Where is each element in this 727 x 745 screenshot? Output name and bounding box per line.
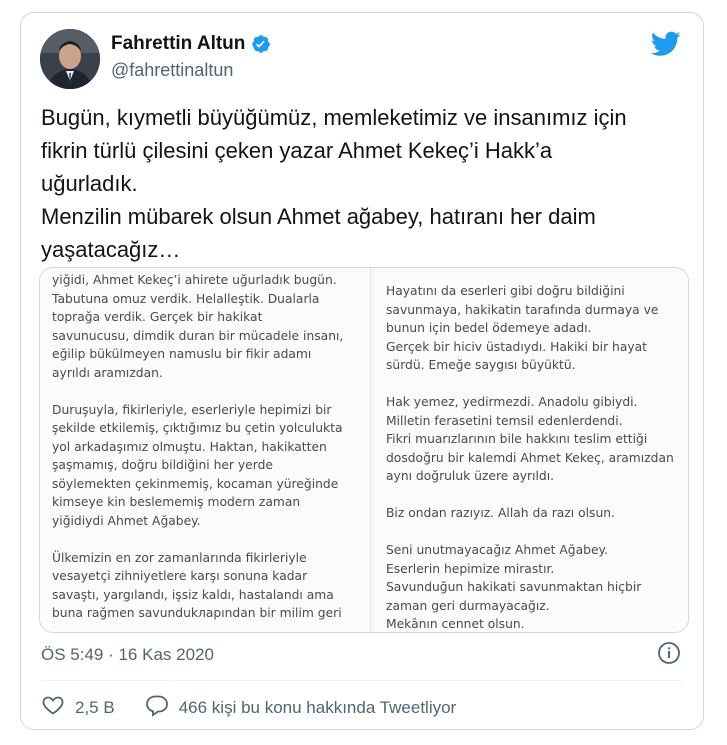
media-paragraph: Biz ondan razıyız. Allah da razı olsun. bbox=[386, 506, 615, 520]
reply-bubble-icon bbox=[145, 693, 169, 722]
like-count: 2,5 B bbox=[75, 697, 115, 717]
author-name[interactable]: Fahrettin Altun bbox=[111, 33, 245, 55]
twitter-logo-icon[interactable] bbox=[650, 31, 681, 57]
heart-icon bbox=[41, 693, 65, 722]
tweet-text: Bugün, kıymetli büyüğümüz, memleketimiz … bbox=[41, 105, 627, 262]
tweet-timestamp[interactable]: ÖS 5:49 · 16 Kas 2020 bbox=[41, 645, 214, 665]
action-bar: 2,5 B 466 kişi bu konu hakkında Tweetliy… bbox=[41, 693, 486, 722]
media-paragraph: Seni unutmayacağız Ahmet Ağabey. Eserler… bbox=[386, 543, 642, 631]
like-button[interactable]: 2,5 B bbox=[41, 693, 115, 722]
media-paragraph: yiğidi, Ahmet Kekeç’i ahirete uğurladık … bbox=[52, 273, 344, 380]
info-icon[interactable] bbox=[657, 641, 681, 665]
author-handle[interactable]: @fahrettinaltun bbox=[111, 60, 233, 81]
media-paragraph: Ülkemizin en zor zamanlarında fikirleriy… bbox=[52, 550, 342, 621]
avatar[interactable] bbox=[40, 29, 100, 89]
media-paragraph: Hayatını da eserleri gibi doğru bildiğin… bbox=[386, 284, 659, 372]
tweet-media-image[interactable]: yiğidi, Ahmet Kekeç’i ahirete uğurladık … bbox=[39, 267, 689, 633]
media-paragraph: Hak yemez, yedirmezdi. Anadolu gibiydi. … bbox=[386, 395, 674, 483]
media-left-text: yiğidi, Ahmet Kekeç’i ahirete uğurladık … bbox=[52, 271, 358, 632]
media-right-column: Hayatını da eserleri gibi doğru bildiğin… bbox=[374, 268, 688, 632]
reply-conversation-link[interactable]: 466 kişi bu konu hakkında Tweetliyor bbox=[145, 693, 457, 722]
verified-badge-icon bbox=[251, 34, 271, 54]
divider bbox=[41, 680, 683, 681]
conversation-text: 466 kişi bu konu hakkında Tweetliyor bbox=[178, 697, 457, 717]
media-paragraph: Duruşuyla, fikirleriyle, eserleriyle hep… bbox=[52, 402, 343, 528]
media-right-text: Hayatını da eserleri gibi doğru bildiğin… bbox=[386, 282, 676, 632]
tweet-card: Fahrettin Altun @fahrettinaltun Bugün, k… bbox=[20, 12, 704, 730]
media-left-column: yiğidi, Ahmet Kekeç’i ahirete uğurladık … bbox=[40, 268, 371, 632]
author-row: Fahrettin Altun bbox=[111, 33, 271, 55]
